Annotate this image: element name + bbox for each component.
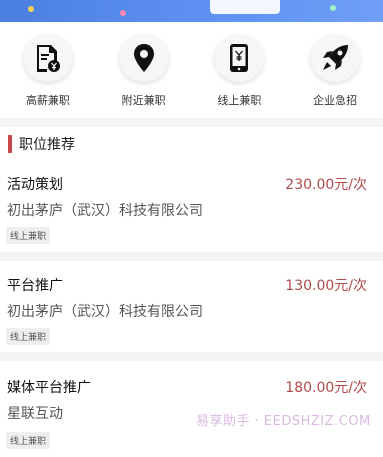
job-card[interactable]: 平台推广 130.00元/次 初出茅庐（武汉）科技有限公司 线上兼职 xyxy=(0,275,383,355)
job-divider xyxy=(0,352,383,361)
phone-yen-icon xyxy=(230,44,249,72)
quick-link-nearby[interactable]: 附近兼职 xyxy=(96,28,192,108)
job-company: 初出茅庐（武汉）科技有限公司 xyxy=(7,304,203,320)
high-pay-icon-wrap xyxy=(22,34,73,82)
rocket-icon xyxy=(323,45,349,70)
job-company: 初出茅庐（武汉）科技有限公司 xyxy=(7,203,203,219)
online-icon-wrap xyxy=(214,34,265,82)
urgent-icon-wrap xyxy=(310,34,361,82)
job-company: 星联互动 xyxy=(7,406,63,422)
section-accent-bar xyxy=(8,135,12,153)
job-tag: 线上兼职 xyxy=(6,328,51,345)
nearby-icon-wrap xyxy=(118,34,169,82)
banner-decoration xyxy=(120,10,126,16)
section-header: 职位推荐 xyxy=(8,133,75,155)
job-salary: 130.00元/次 xyxy=(285,278,367,294)
banner-decoration xyxy=(28,6,34,12)
job-tag: 线上兼职 xyxy=(6,227,51,244)
watermark: 易享助手 · EEDSHZIZ.COM xyxy=(196,414,371,429)
banner-card xyxy=(210,0,280,14)
section-title: 职位推荐 xyxy=(19,137,75,153)
job-title: 活动策划 xyxy=(7,177,63,193)
quick-links: 高薪兼职 附近兼职 线上兼职 企业急招 xyxy=(0,28,383,108)
quick-link-label: 企业急招 xyxy=(313,94,358,107)
job-divider xyxy=(0,252,383,261)
quick-link-label: 附近兼职 xyxy=(121,94,166,107)
quick-link-label: 线上兼职 xyxy=(217,94,262,107)
quick-link-online[interactable]: 线上兼职 xyxy=(192,28,288,108)
job-tag: 线上兼职 xyxy=(6,432,51,449)
job-salary: 180.00元/次 xyxy=(285,380,367,396)
document-yen-icon xyxy=(36,45,60,72)
job-title: 媒体平台推广 xyxy=(7,380,91,396)
job-card[interactable]: 活动策划 230.00元/次 初出茅庐（武汉）科技有限公司 线上兼职 xyxy=(0,174,383,254)
location-pin-icon xyxy=(133,44,154,72)
job-salary: 230.00元/次 xyxy=(285,177,367,193)
job-title: 平台推广 xyxy=(7,278,63,294)
banner-decoration xyxy=(330,5,336,11)
top-banner[interactable] xyxy=(0,0,383,22)
quick-link-label: 高薪兼职 xyxy=(25,94,70,107)
quick-link-high-pay[interactable]: 高薪兼职 xyxy=(0,28,96,108)
section-divider xyxy=(0,118,383,127)
quick-link-urgent[interactable]: 企业急招 xyxy=(287,28,383,108)
